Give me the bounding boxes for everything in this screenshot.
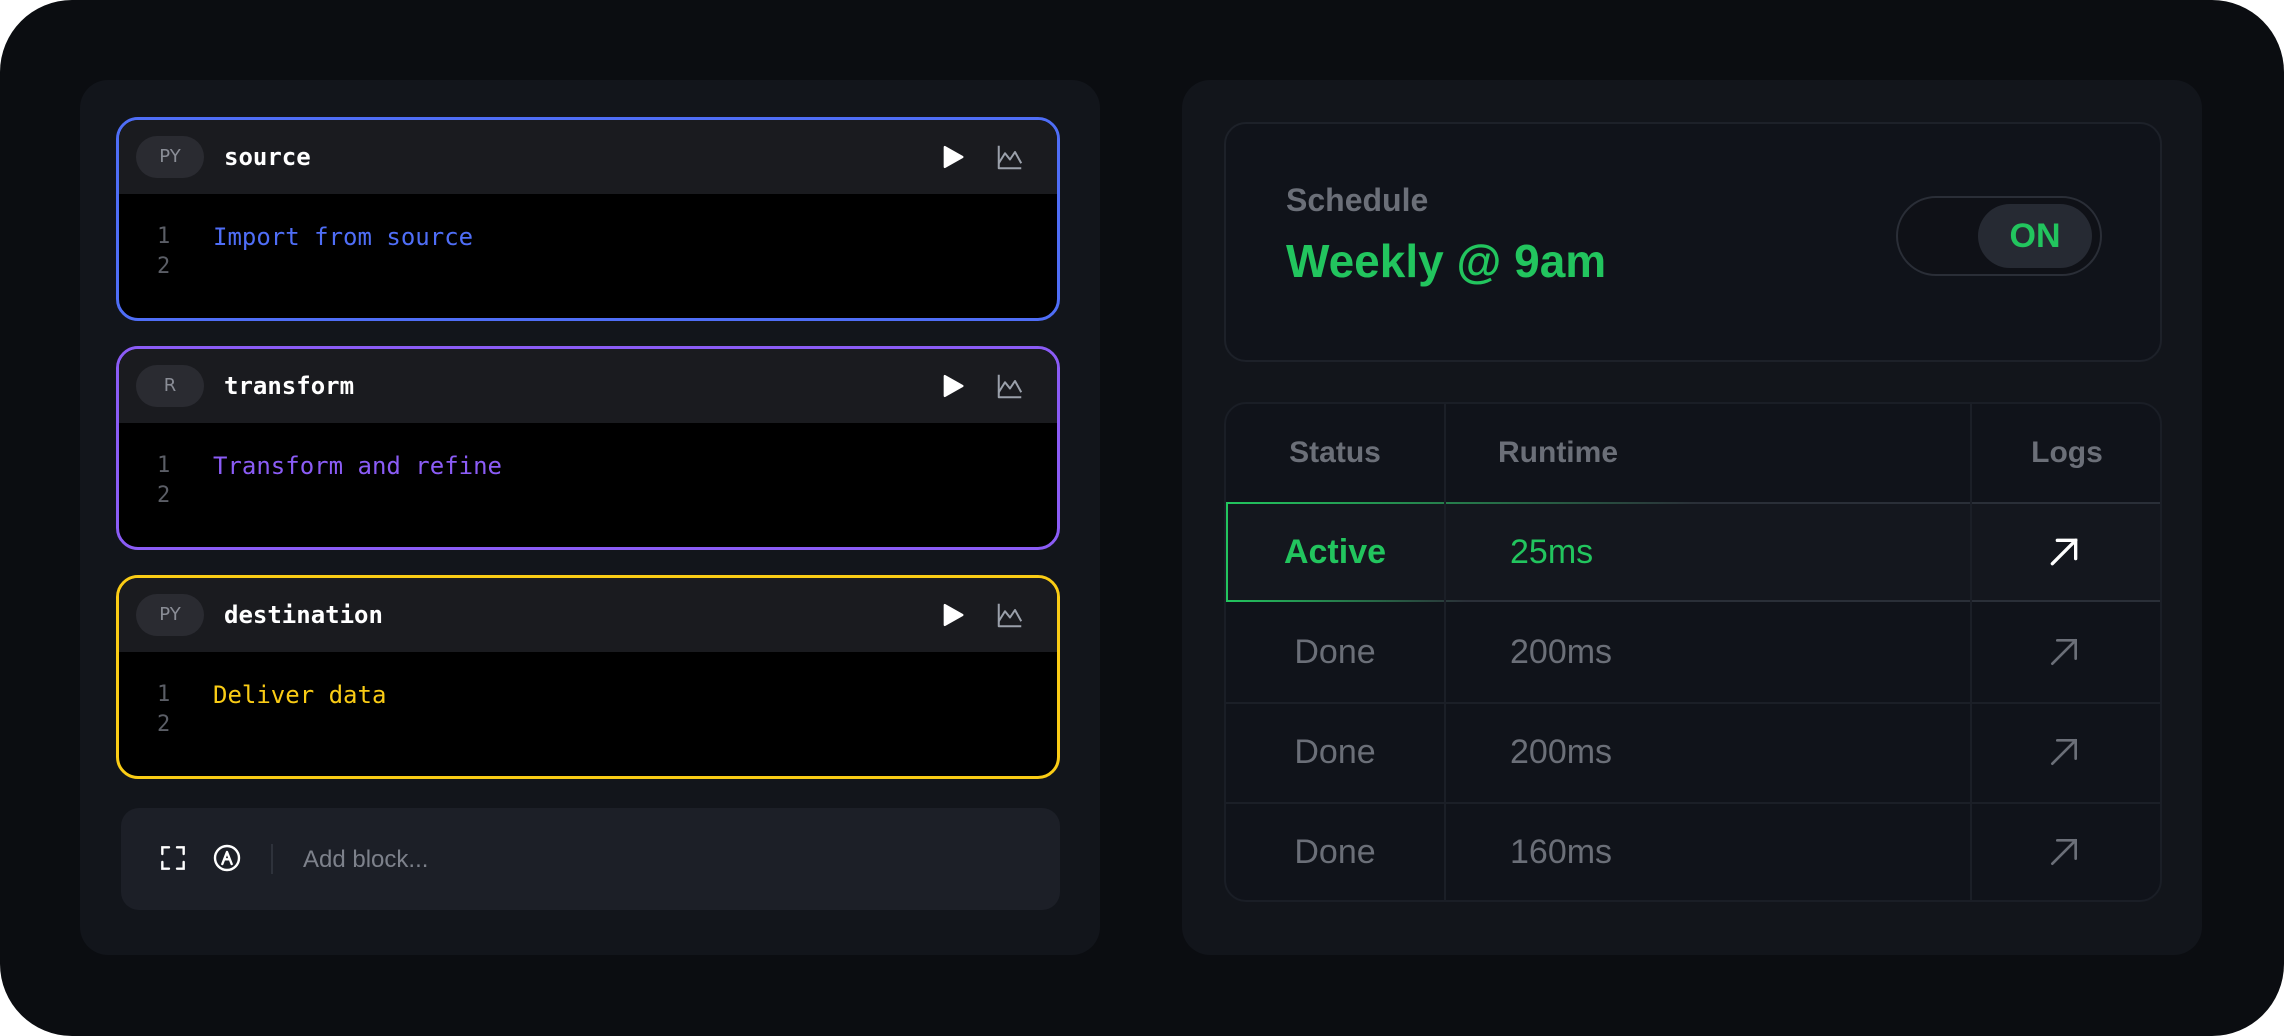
line-number: 1 xyxy=(157,682,171,707)
expand-icon[interactable] xyxy=(157,842,189,874)
toggle-knob: ON xyxy=(1978,204,2092,268)
chart-icon[interactable] xyxy=(995,600,1025,630)
block-header: PY destination xyxy=(119,578,1057,652)
arrow-up-right-icon[interactable] xyxy=(2044,532,2084,572)
schedule-toggle[interactable]: ON xyxy=(1896,196,2102,276)
code-block-source[interactable]: PY source 1 2 Import from source xyxy=(116,117,1060,321)
column-header-status: Status xyxy=(1289,436,1381,469)
status-cell: Done xyxy=(1294,733,1376,771)
schedule-card: Schedule Weekly @ 9am ON xyxy=(1224,122,2162,362)
arrow-up-right-icon[interactable] xyxy=(2044,832,2084,872)
block-header: PY source xyxy=(119,120,1057,194)
chart-icon[interactable] xyxy=(995,371,1025,401)
arrow-up-right-icon[interactable] xyxy=(2044,732,2084,772)
divider xyxy=(271,844,273,874)
add-block-bar xyxy=(121,808,1060,910)
block-header: R transform xyxy=(119,349,1057,423)
chart-icon[interactable] xyxy=(995,142,1025,172)
code-line: Import from source xyxy=(213,223,474,251)
runtime-cell: 200ms xyxy=(1510,633,1613,671)
runtime-cell: 200ms xyxy=(1510,733,1613,771)
code-block-destination[interactable]: PY destination 1 2 Deliver data xyxy=(116,575,1060,779)
language-badge: PY xyxy=(136,136,204,178)
status-cell: Done xyxy=(1294,833,1376,871)
line-number: 1 xyxy=(157,453,171,478)
play-icon[interactable] xyxy=(939,372,967,400)
line-number: 2 xyxy=(157,483,171,508)
code-editor[interactable]: 1 2 Transform and refine xyxy=(119,423,1057,543)
code-line: Transform and refine xyxy=(213,452,502,480)
play-icon[interactable] xyxy=(939,601,967,629)
column-header-logs: Logs xyxy=(2031,436,2103,469)
column-divider xyxy=(1444,404,1446,900)
line-number: 2 xyxy=(157,712,171,737)
language-badge: PY xyxy=(136,594,204,636)
ai-icon[interactable] xyxy=(211,842,243,874)
schedule-value: Weekly @ 9am xyxy=(1286,235,1607,287)
schedule-label: Schedule xyxy=(1286,182,1429,218)
runs-table: Status Runtime Logs Active 25ms Done 200… xyxy=(1224,402,2162,902)
code-editor[interactable]: 1 2 Deliver data xyxy=(119,652,1057,772)
code-editor[interactable]: 1 2 Import from source xyxy=(119,194,1057,314)
add-block-input[interactable] xyxy=(301,834,1025,886)
block-title: source xyxy=(224,143,311,171)
runtime-cell: 25ms xyxy=(1510,533,1594,571)
status-cell: Done xyxy=(1294,633,1376,671)
block-title: transform xyxy=(224,372,355,400)
app-window: PY source 1 2 Import from source R trans… xyxy=(0,0,2284,1036)
pipeline-panel: Schedule Weekly @ 9am ON Status Runtime … xyxy=(1182,80,2202,955)
block-title: destination xyxy=(224,601,383,629)
line-number: 2 xyxy=(157,254,171,279)
line-number: 1 xyxy=(157,224,171,249)
status-cell: Active xyxy=(1283,533,1387,571)
column-header-runtime: Runtime xyxy=(1498,436,1618,469)
code-block-transform[interactable]: R transform 1 2 Transform and refine xyxy=(116,346,1060,550)
notebook-panel: PY source 1 2 Import from source R trans… xyxy=(80,80,1100,955)
runtime-cell: 160ms xyxy=(1510,833,1613,871)
play-icon[interactable] xyxy=(939,143,967,171)
language-badge: R xyxy=(136,365,204,407)
code-line: Deliver data xyxy=(213,681,387,709)
arrow-up-right-icon[interactable] xyxy=(2044,632,2084,672)
